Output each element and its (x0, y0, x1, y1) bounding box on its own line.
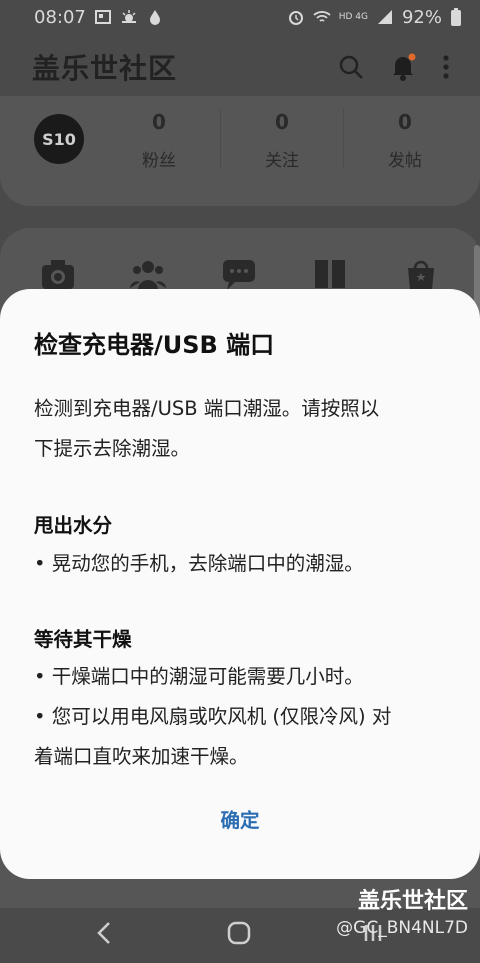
dialog-message-line1: 检测到充电器/USB 端口潮湿。请按照以 (34, 397, 380, 420)
section-item-shake: • 晃动您的手机，去除端口中的潮湿。 (34, 552, 364, 575)
group-icon[interactable] (130, 256, 166, 292)
confirm-button[interactable]: 确定 (0, 804, 480, 833)
avatar[interactable]: S10 (34, 114, 84, 164)
stat-posts[interactable]: 0 发帖 (345, 110, 465, 171)
watermark-user: @GC_BN4NL7D (336, 918, 468, 938)
app-bar: 盖乐世社区 (0, 34, 480, 100)
following-label: 关注 (265, 151, 299, 171)
alarm-icon (288, 11, 303, 25)
divider (343, 108, 344, 168)
following-count: 0 (275, 110, 289, 134)
status-bar: 08:07 HD 4G 92% (0, 0, 480, 34)
battery-percent: 92% (401, 6, 442, 28)
section-item-fan-line2: 着端口直吹来加速干燥。 (34, 745, 249, 768)
section-item-fan-line1: • 您可以用电风扇或吹风机 (仅限冷风) 对 (34, 705, 392, 728)
signal-icon (377, 10, 392, 24)
more-vert-icon[interactable] (442, 54, 450, 80)
dialog-message-line2: 下提示去除潮湿。 (34, 437, 191, 460)
wifi-icon (313, 11, 331, 22)
section-title-shake: 甩出水分 (34, 514, 113, 537)
watermark-title: 盖乐世社区 (357, 889, 468, 914)
battery-icon (451, 8, 461, 26)
profile-card: S10 0 粉丝 0 关注 0 发帖 (0, 96, 480, 206)
followers-label: 粉丝 (142, 151, 176, 171)
app-title: 盖乐世社区 (32, 52, 178, 85)
posts-label: 发帖 (388, 151, 422, 171)
dialog-title: 检查充电器/USB 端口 (34, 331, 275, 359)
weather-icon (121, 10, 136, 23)
moisture-dialog: 检查充电器/USB 端口 检测到充电器/USB 端口潮湿。请按照以 下提示去除潮… (0, 289, 480, 879)
search-icon[interactable] (338, 54, 364, 80)
water-drop-icon (149, 10, 160, 25)
section-item-dry-time: • 干燥端口中的潮湿可能需要几小时。 (34, 665, 364, 688)
book-icon[interactable] (312, 256, 348, 292)
section-title-dry: 等待其干燥 (34, 628, 132, 651)
home-icon[interactable] (224, 918, 254, 948)
stat-followers[interactable]: 0 粉丝 (99, 110, 219, 171)
news-icon (94, 10, 111, 24)
status-time: 08:07 (34, 6, 86, 28)
stat-following[interactable]: 0 关注 (222, 110, 342, 171)
posts-count: 0 (398, 110, 412, 134)
camera-icon[interactable] (40, 256, 76, 292)
chat-icon[interactable] (221, 256, 257, 292)
followers-count: 0 (152, 110, 166, 134)
divider (220, 108, 221, 168)
bell-icon[interactable] (390, 53, 416, 81)
network-type: HD 4G (338, 12, 368, 22)
back-icon[interactable] (90, 918, 120, 948)
shop-icon[interactable] (403, 256, 439, 292)
